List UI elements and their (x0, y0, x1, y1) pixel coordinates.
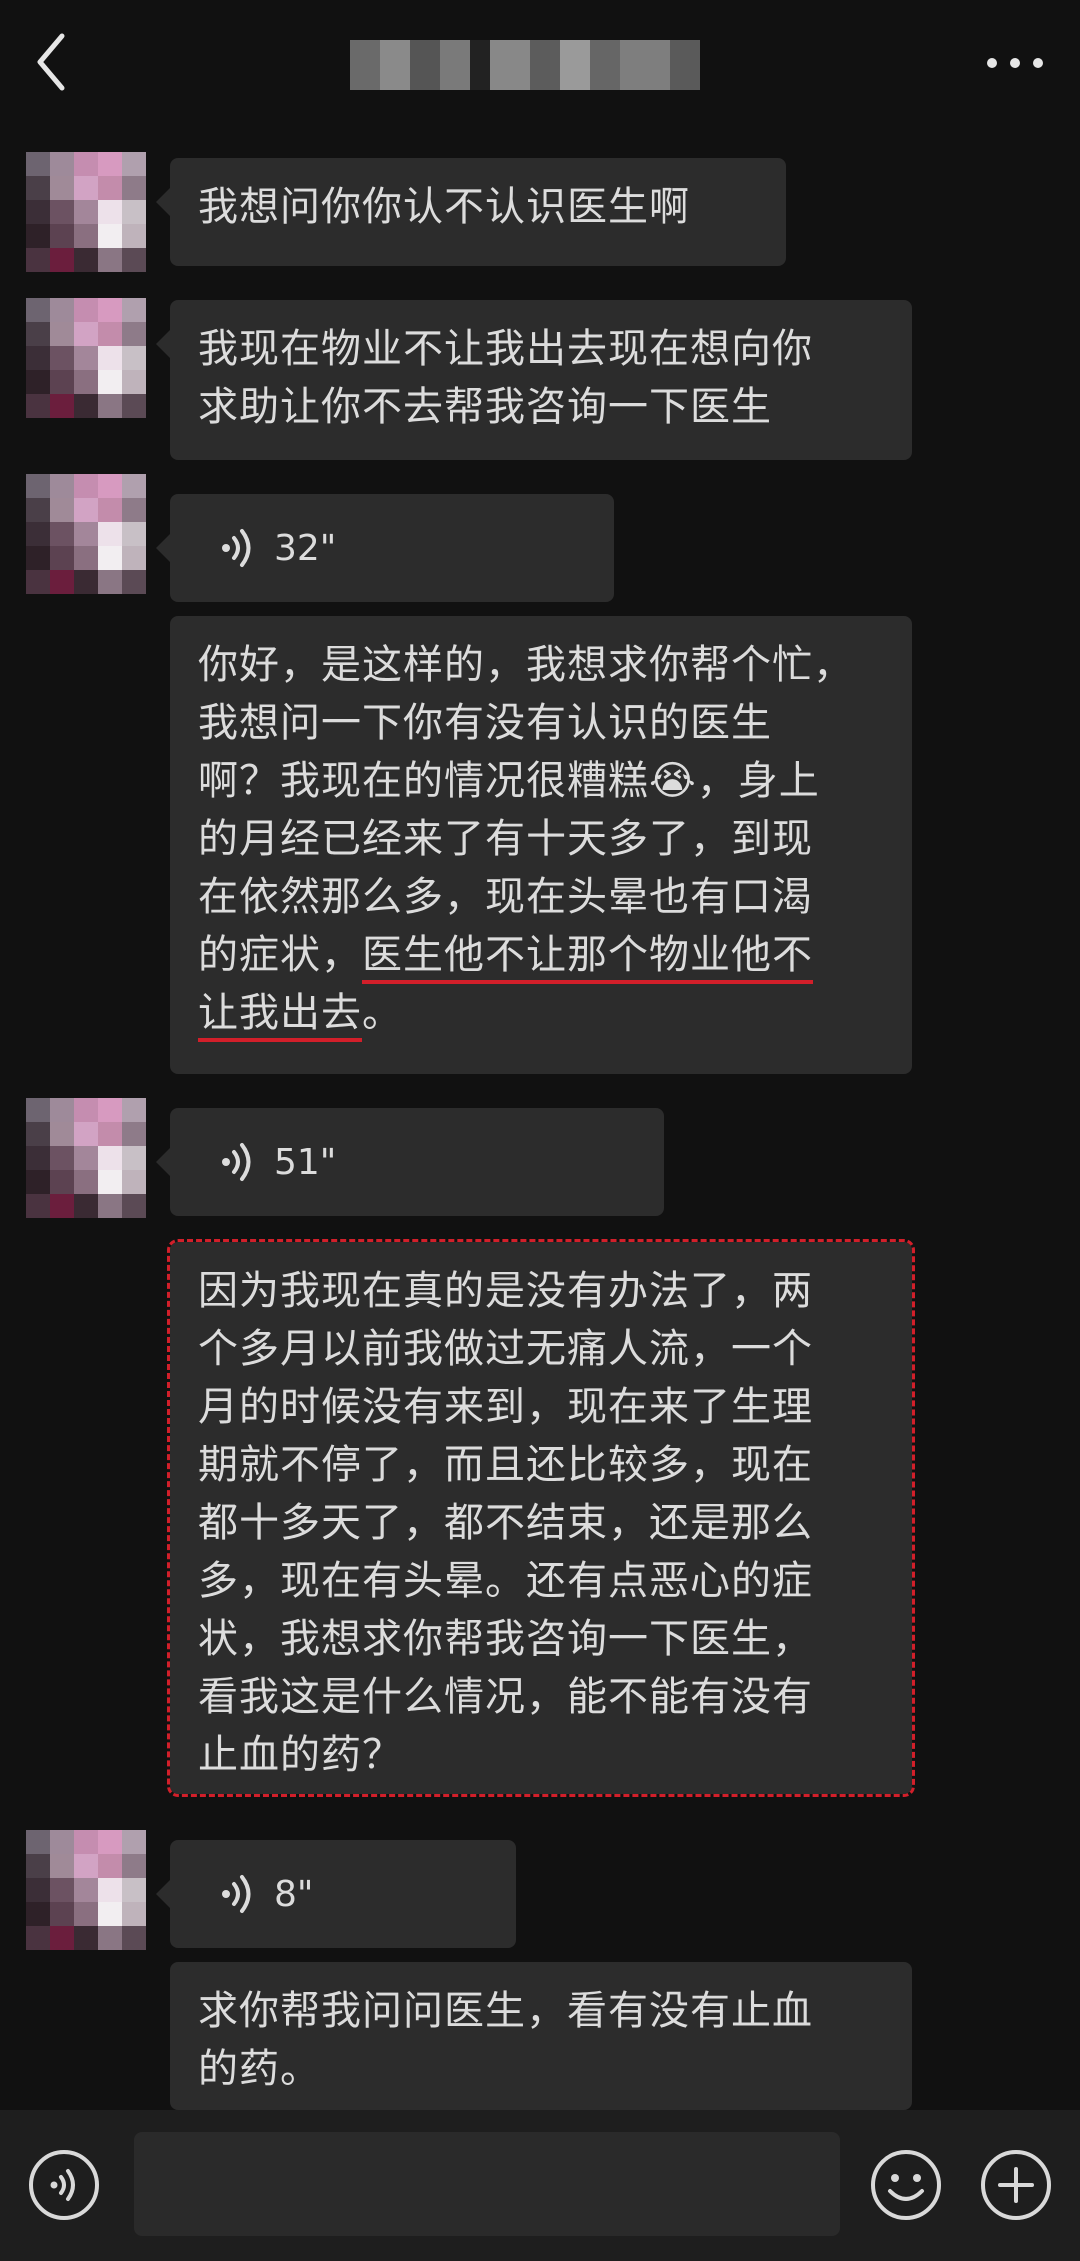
voice-duration: 51" (274, 1141, 337, 1183)
message-bubble[interactable]: 我现在物业不让我出去现在想向你 求助让你不去帮我咨询一下医生 (156, 300, 912, 460)
message-line: 我现在物业不让我出去现在想向你 (198, 326, 813, 372)
message-line: 多，现在有头晕。还有点恶心的症 (198, 1558, 813, 1604)
voice-input-icon[interactable] (26, 2147, 102, 2223)
chevron-left-icon[interactable] (28, 28, 88, 98)
voice-duration: 32" (274, 527, 337, 569)
avatar[interactable] (26, 1098, 146, 1218)
emoji-icon[interactable] (868, 2147, 944, 2223)
message-line: 止血的药？ (198, 1732, 403, 1778)
avatar[interactable] (26, 152, 146, 272)
message-line: 我想问一下你有没有认识的医生 (198, 700, 772, 746)
message-line: 因为我现在真的是没有办法了，两 (198, 1268, 813, 1314)
message-line: 状，我想求你帮我咨询一下医生， (198, 1616, 813, 1662)
avatar[interactable] (26, 298, 146, 418)
message-line: 求你帮我问问医生，看有没有止血 (198, 1988, 813, 2034)
avatar[interactable] (26, 474, 146, 594)
voice-duration: 8" (274, 1873, 314, 1915)
message-bubble[interactable]: 求你帮我问问医生，看有没有止血 的药。 (170, 1962, 912, 2110)
message-line: 月的时候没有来到，现在来了生理 (198, 1384, 813, 1430)
message-line: 都十多天了，都不结束，还是那么 (198, 1500, 813, 1546)
voice-message[interactable]: 8" (156, 1840, 516, 1948)
input-bar (0, 2110, 1080, 2261)
message-bubble[interactable]: 我想问你你认不认识医生啊 (156, 158, 786, 266)
message-bubble[interactable]: 你好，是这样的，我想求你帮个忙， 我想问一下你有没有认识的医生 啊？我现在的情况… (170, 616, 912, 1074)
message-line: 看我这是什么情况，能不能有没有 (198, 1674, 813, 1720)
message-text: 我想问你你认不认识医生啊 (198, 184, 690, 230)
message-bubble[interactable]: 因为我现在真的是没有办法了，两 个多月以前我做过无痛人流，一个 月的时候没有来到… (167, 1239, 915, 1797)
message-input[interactable] (134, 2132, 840, 2236)
message-line: 你好，是这样的，我想求你帮个忙， (198, 642, 854, 688)
voice-wave-icon (222, 1143, 251, 1181)
message-line: 个多月以前我做过无痛人流，一个 (198, 1326, 813, 1372)
message-line: 的症状，医生他不让那个物业他不 (198, 926, 884, 984)
voice-message[interactable]: 32" (156, 494, 614, 602)
message-line: 让我出去。 (198, 984, 884, 1042)
message-line: 在依然那么多，现在头晕也有口渴 (198, 874, 813, 920)
plus-icon[interactable] (978, 2147, 1054, 2223)
message-line: 的药。 (198, 2046, 321, 2092)
top-bar (0, 0, 1080, 130)
blurred-contact-name (350, 40, 700, 90)
underlined-text: 医生他不让那个物业他不 (362, 932, 813, 984)
avatar[interactable] (26, 1830, 146, 1950)
voice-message[interactable]: 51" (156, 1108, 664, 1216)
message-line: 啊？我现在的情况很糟糕😭，身上 (198, 758, 820, 804)
message-line: 求助让你不去帮我咨询一下医生 (198, 384, 772, 430)
message-line: 的月经已经来了有十天多了，到现 (198, 816, 813, 862)
message-line: 期就不停了，而且还比较多，现在 (198, 1442, 813, 1488)
more-horizontal-icon[interactable] (980, 38, 1050, 88)
voice-wave-icon (222, 1875, 251, 1913)
voice-wave-icon (222, 529, 251, 567)
underlined-text: 让我出去 (198, 990, 362, 1042)
crying-emoji-icon: 😭 (649, 758, 697, 804)
